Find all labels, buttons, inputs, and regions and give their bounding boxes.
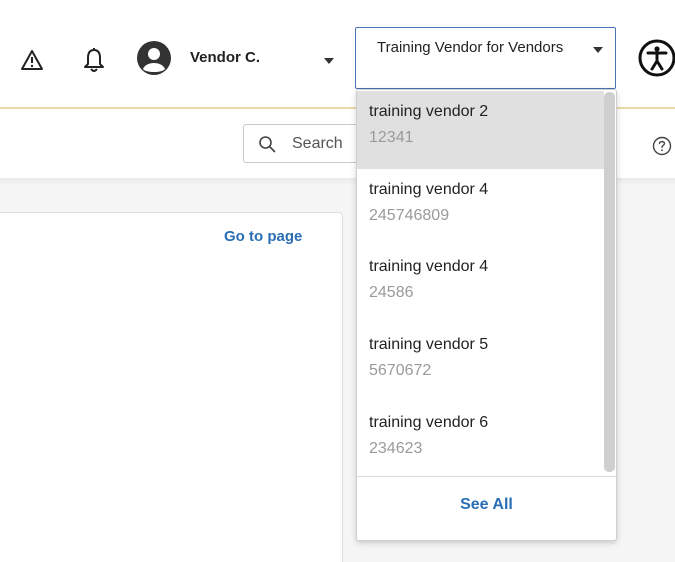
vendor-option-id: 24586 <box>369 284 414 301</box>
search-placeholder: Search <box>292 135 343 152</box>
vendor-option[interactable]: training vendor 4 24586 <box>357 246 604 324</box>
vendor-option-name: training vendor 5 <box>369 336 489 353</box>
vendor-option-name: training vendor 4 <box>369 181 489 198</box>
vendor-select-value: Training Vendor for Vendors <box>377 39 564 56</box>
vendor-option-id: 12341 <box>369 129 414 146</box>
user-avatar-icon[interactable] <box>136 40 172 76</box>
content-card <box>0 212 343 562</box>
vendor-option-name: training vendor 6 <box>369 414 489 431</box>
see-all-link[interactable]: See All <box>357 496 616 514</box>
vendor-option-name: training vendor 4 <box>369 258 489 275</box>
vendor-option-name: training vendor 2 <box>369 103 489 120</box>
warning-icon[interactable] <box>18 46 46 74</box>
vendor-dropdown: training vendor 2 12341 training vendor … <box>356 89 617 541</box>
search-icon <box>258 135 276 153</box>
vendor-option-id: 5670672 <box>369 362 432 379</box>
dropdown-divider <box>357 476 616 477</box>
vendor-option[interactable]: training vendor 2 12341 <box>357 91 604 169</box>
chevron-down-icon[interactable] <box>324 58 334 64</box>
vendor-option[interactable]: training vendor 6 234623 <box>357 402 604 480</box>
vendor-option[interactable]: training vendor 5 5670672 <box>357 324 604 402</box>
dropdown-scrollbar[interactable] <box>604 92 615 472</box>
vendor-option[interactable]: training vendor 4 245746809 <box>357 169 604 247</box>
user-name[interactable]: Vendor C. <box>190 49 260 66</box>
chevron-down-icon <box>593 47 603 53</box>
accessibility-icon[interactable] <box>637 38 675 78</box>
vendor-option-id: 234623 <box>369 440 423 457</box>
vendor-select[interactable]: Training Vendor for Vendors <box>355 27 616 89</box>
help-icon[interactable] <box>651 135 673 157</box>
go-to-page-link[interactable]: Go to page <box>224 228 302 245</box>
search-input[interactable]: Search <box>243 124 363 163</box>
bell-icon[interactable] <box>80 44 108 76</box>
vendor-option-id: 245746809 <box>369 207 450 224</box>
